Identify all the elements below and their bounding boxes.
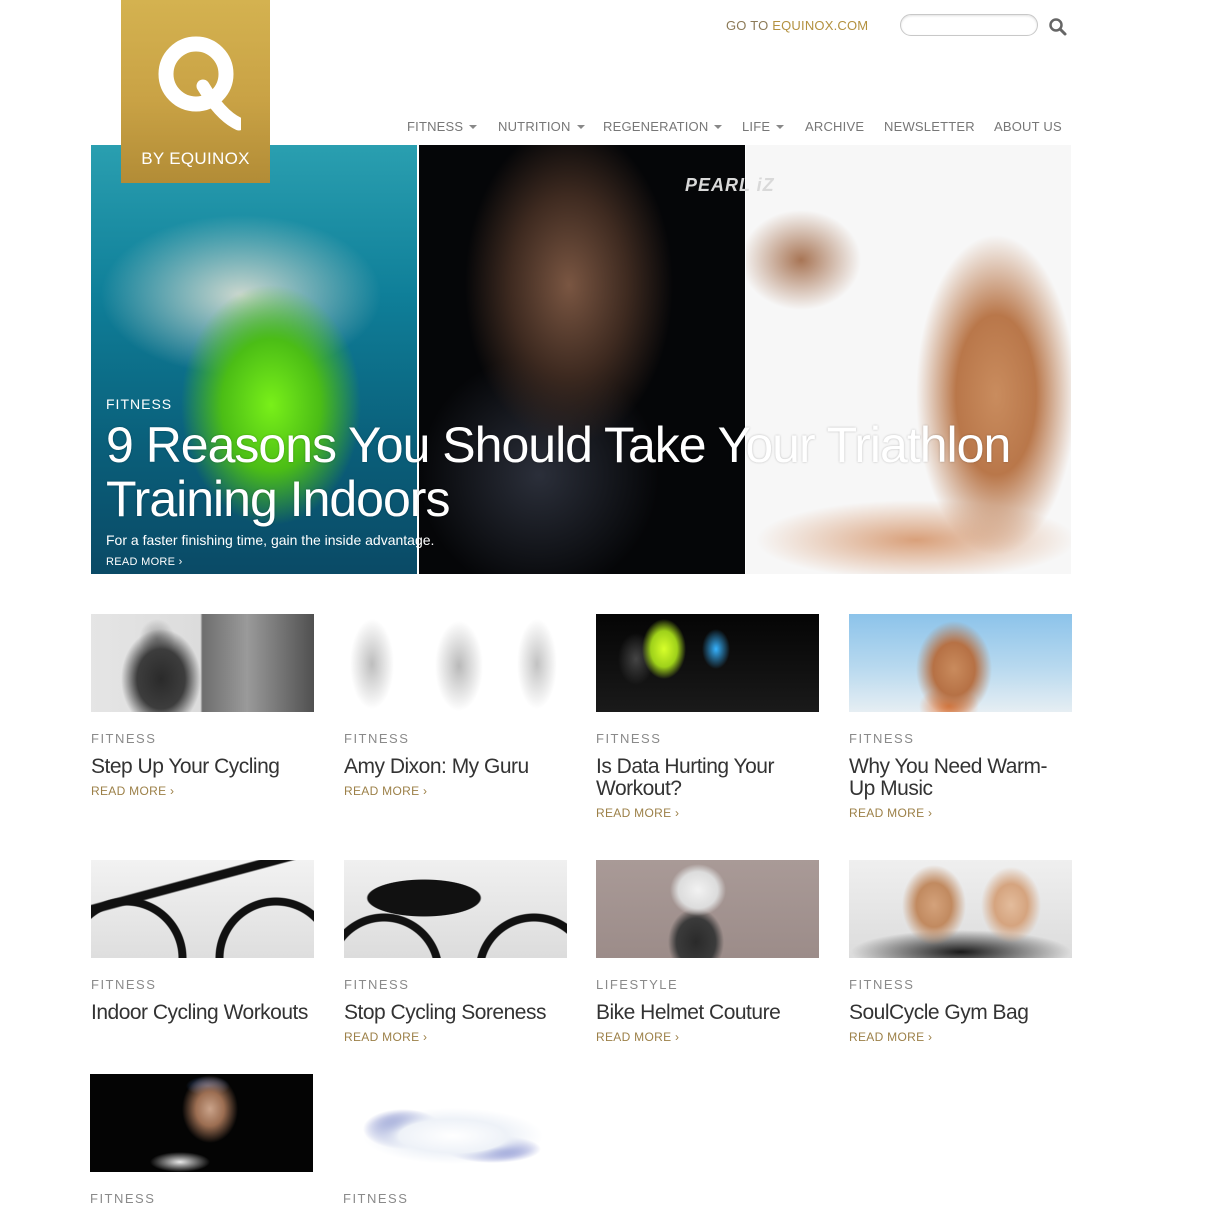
goto-brand: EQUINOX.COM bbox=[772, 18, 869, 33]
hero-read-more-link[interactable]: READ MORE › bbox=[106, 556, 183, 568]
article-thumbnail[interactable] bbox=[91, 614, 314, 712]
chevron-down-icon bbox=[714, 125, 723, 129]
hero-feature[interactable]: PEARL iZ FITNESS 9 Reasons You Should Ta… bbox=[91, 145, 1071, 574]
chevron-down-icon bbox=[576, 125, 585, 129]
nav-nutrition[interactable]: NUTRITION bbox=[498, 119, 585, 134]
article-category: FITNESS bbox=[91, 731, 157, 746]
chevron-down-icon bbox=[776, 125, 785, 129]
nav-life[interactable]: LIFE bbox=[742, 119, 785, 134]
article-thumbnail[interactable] bbox=[344, 860, 567, 958]
article-card: FITNESS Stop Cycling Soreness READ MORE … bbox=[344, 860, 567, 1046]
search-input[interactable] bbox=[900, 14, 1038, 36]
article-thumbnail[interactable] bbox=[596, 860, 819, 958]
article-title[interactable]: Bike Helmet Couture bbox=[596, 1002, 819, 1024]
article-category: FITNESS bbox=[849, 977, 915, 992]
article-title[interactable]: Step Up Your Cycling bbox=[91, 756, 314, 778]
article-card: FITNESS SoulCycle Gym Bag READ MORE › bbox=[849, 860, 1072, 1046]
read-more-link[interactable]: READ MORE › bbox=[849, 806, 932, 820]
goto-equinox-link[interactable]: GO TO EQUINOX.COM bbox=[726, 18, 868, 33]
article-title[interactable]: SoulCycle Gym Bag bbox=[849, 1002, 1072, 1024]
hero-bike-brand: PEARL iZ bbox=[685, 175, 775, 195]
nav-newsletter[interactable]: NEWSLETTER bbox=[884, 119, 975, 134]
read-more-link[interactable]: READ MORE › bbox=[849, 1030, 932, 1044]
article-category: FITNESS bbox=[849, 731, 915, 746]
read-more-link[interactable]: READ MORE › bbox=[91, 784, 174, 798]
read-more-link[interactable]: READ MORE › bbox=[596, 1030, 679, 1044]
article-card: FITNESS Step Up Your Cycling READ MORE › bbox=[91, 614, 314, 800]
logo-tagline: BY EQUINOX bbox=[141, 149, 250, 168]
hero-caption: FITNESS 9 Reasons You Should Take Your T… bbox=[106, 396, 1066, 570]
q-logo-icon bbox=[158, 36, 241, 131]
hero-category: FITNESS bbox=[106, 396, 173, 412]
article-card: FITNESS Why You Need Warm-Up Music READ … bbox=[849, 614, 1072, 822]
article-category: FITNESS bbox=[344, 977, 410, 992]
article-category: LIFESTYLE bbox=[596, 977, 679, 992]
article-category: FITNESS bbox=[90, 1191, 156, 1206]
article-thumbnail[interactable] bbox=[596, 614, 819, 712]
read-more-link[interactable]: READ MORE › bbox=[344, 1030, 427, 1044]
article-title[interactable]: Why You Need Warm-Up Music bbox=[849, 756, 1072, 800]
chevron-down-icon bbox=[469, 125, 478, 129]
article-title[interactable]: Stop Cycling Soreness bbox=[344, 1002, 567, 1024]
article-category: FITNESS bbox=[343, 1191, 409, 1206]
equinox-logo[interactable]: BY EQUINOX bbox=[121, 0, 270, 183]
nav-fitness[interactable]: FITNESS bbox=[407, 119, 478, 134]
article-category: FITNESS bbox=[596, 731, 662, 746]
article-card: FITNESS bbox=[90, 1074, 313, 1206]
article-card: FITNESS Indoor Cycling Workouts bbox=[91, 860, 314, 1024]
article-thumbnail[interactable] bbox=[343, 1074, 566, 1172]
article-card: FITNESS Amy Dixon: My Guru READ MORE › bbox=[344, 614, 567, 800]
nav-about-us[interactable]: ABOUT US bbox=[994, 119, 1062, 134]
search-icon[interactable] bbox=[1048, 17, 1068, 37]
read-more-link[interactable]: READ MORE › bbox=[344, 784, 427, 798]
article-thumbnail[interactable] bbox=[90, 1074, 313, 1172]
article-thumbnail[interactable] bbox=[849, 614, 1072, 712]
article-thumbnail[interactable] bbox=[849, 860, 1072, 958]
goto-prefix: GO TO bbox=[726, 18, 773, 33]
read-more-link[interactable]: READ MORE › bbox=[596, 806, 679, 820]
article-card: FITNESS bbox=[343, 1074, 566, 1206]
article-title[interactable]: Is Data Hurting Your Workout? bbox=[596, 756, 819, 800]
article-title[interactable]: Indoor Cycling Workouts bbox=[91, 1002, 314, 1024]
article-thumbnail[interactable] bbox=[344, 614, 567, 712]
nav-archive[interactable]: ARCHIVE bbox=[805, 119, 864, 134]
hero-subtitle: For a faster finishing time, gain the in… bbox=[106, 532, 435, 548]
article-thumbnail[interactable] bbox=[91, 860, 314, 958]
article-title[interactable]: Amy Dixon: My Guru bbox=[344, 756, 567, 778]
nav-regeneration[interactable]: REGENERATION bbox=[603, 119, 723, 134]
article-card: FITNESS Is Data Hurting Your Workout? RE… bbox=[596, 614, 819, 822]
hero-title[interactable]: 9 Reasons You Should Take Your Triathlon… bbox=[106, 418, 1066, 526]
article-category: FITNESS bbox=[91, 977, 157, 992]
article-card: LIFESTYLE Bike Helmet Couture READ MORE … bbox=[596, 860, 819, 1046]
article-category: FITNESS bbox=[344, 731, 410, 746]
